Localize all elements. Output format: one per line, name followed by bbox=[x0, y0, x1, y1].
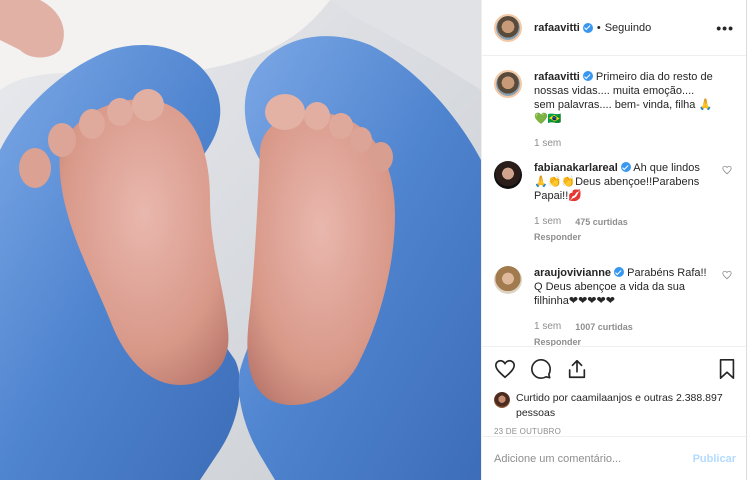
comment-meta: 1 sem 1007 curtidas bbox=[534, 320, 716, 334]
follow-separator: • bbox=[596, 21, 601, 34]
comment-item: araujovivianne Parabéns Rafa!! Q Deus ab… bbox=[494, 266, 734, 346]
like-heart-icon[interactable] bbox=[494, 358, 516, 380]
commenter-avatar[interactable] bbox=[494, 161, 522, 189]
comment-like-heart-icon[interactable] bbox=[722, 270, 732, 280]
comment-bubble-icon[interactable] bbox=[530, 358, 552, 380]
caption-author-avatar[interactable] bbox=[494, 70, 522, 98]
comment-likes[interactable]: 1007 curtidas bbox=[575, 320, 633, 334]
reply-button[interactable]: Responder bbox=[534, 335, 716, 346]
post-actions: Curtido por caamilaanjos e outras 2.388.… bbox=[482, 346, 748, 436]
author-avatar[interactable] bbox=[494, 13, 522, 42]
commenter-avatar[interactable] bbox=[494, 266, 522, 294]
post-header: rafaavitti • Seguindo ••• bbox=[482, 0, 746, 56]
comment-time[interactable]: 1 sem bbox=[534, 215, 561, 229]
comment-likes[interactable]: 475 curtidas bbox=[575, 215, 628, 229]
action-icons bbox=[494, 357, 738, 381]
comment-author[interactable]: araujovivianne bbox=[534, 267, 611, 279]
post-photo[interactable] bbox=[0, 0, 481, 480]
caption-author[interactable]: rafaavitti bbox=[534, 71, 580, 83]
post-date[interactable]: 23 DE OUTUBRO bbox=[494, 427, 738, 436]
comment-meta: 1 sem 475 curtidas bbox=[534, 215, 716, 229]
liked-by-prefix: Curtido por bbox=[516, 392, 568, 404]
baby-feet-heart-photo bbox=[0, 0, 481, 480]
liked-by-user[interactable]: caamilaanjos bbox=[571, 392, 632, 404]
bookmark-icon[interactable] bbox=[716, 358, 738, 380]
follow-status-button[interactable]: Seguindo bbox=[605, 22, 652, 34]
share-icon[interactable] bbox=[566, 358, 588, 380]
comment-like-heart-icon[interactable] bbox=[722, 165, 732, 175]
verified-badge-icon bbox=[582, 71, 593, 81]
comments-list[interactable]: rafaavitti Primeiro dia do resto de noss… bbox=[482, 56, 746, 346]
caption-time[interactable]: 1 sem bbox=[534, 138, 561, 149]
comment-input[interactable] bbox=[494, 452, 693, 465]
verified-badge-icon bbox=[620, 162, 631, 172]
comment-author[interactable]: fabianakarlareal bbox=[534, 162, 618, 174]
more-options-icon[interactable]: ••• bbox=[716, 20, 734, 36]
post-side-panel: rafaavitti • Seguindo ••• rafaavitti Pri… bbox=[481, 0, 748, 480]
likes-summary: Curtido por caamilaanjos e outras 2.388.… bbox=[494, 391, 738, 421]
verified-badge-icon bbox=[614, 267, 625, 277]
comment-item: fabianakarlareal Ah que lindos 🙏👏👏Deus a… bbox=[494, 161, 734, 244]
caption: rafaavitti Primeiro dia do resto de noss… bbox=[494, 70, 734, 126]
publish-button[interactable]: Publicar bbox=[693, 453, 736, 465]
author-username[interactable]: rafaavitti bbox=[534, 22, 580, 34]
verified-badge-icon bbox=[582, 22, 593, 33]
comment-time[interactable]: 1 sem bbox=[534, 320, 561, 334]
liker-avatar[interactable] bbox=[494, 392, 510, 408]
reply-button[interactable]: Responder bbox=[534, 230, 716, 244]
add-comment-bar: Publicar bbox=[482, 436, 748, 480]
caption-meta: 1 sem bbox=[534, 138, 734, 149]
